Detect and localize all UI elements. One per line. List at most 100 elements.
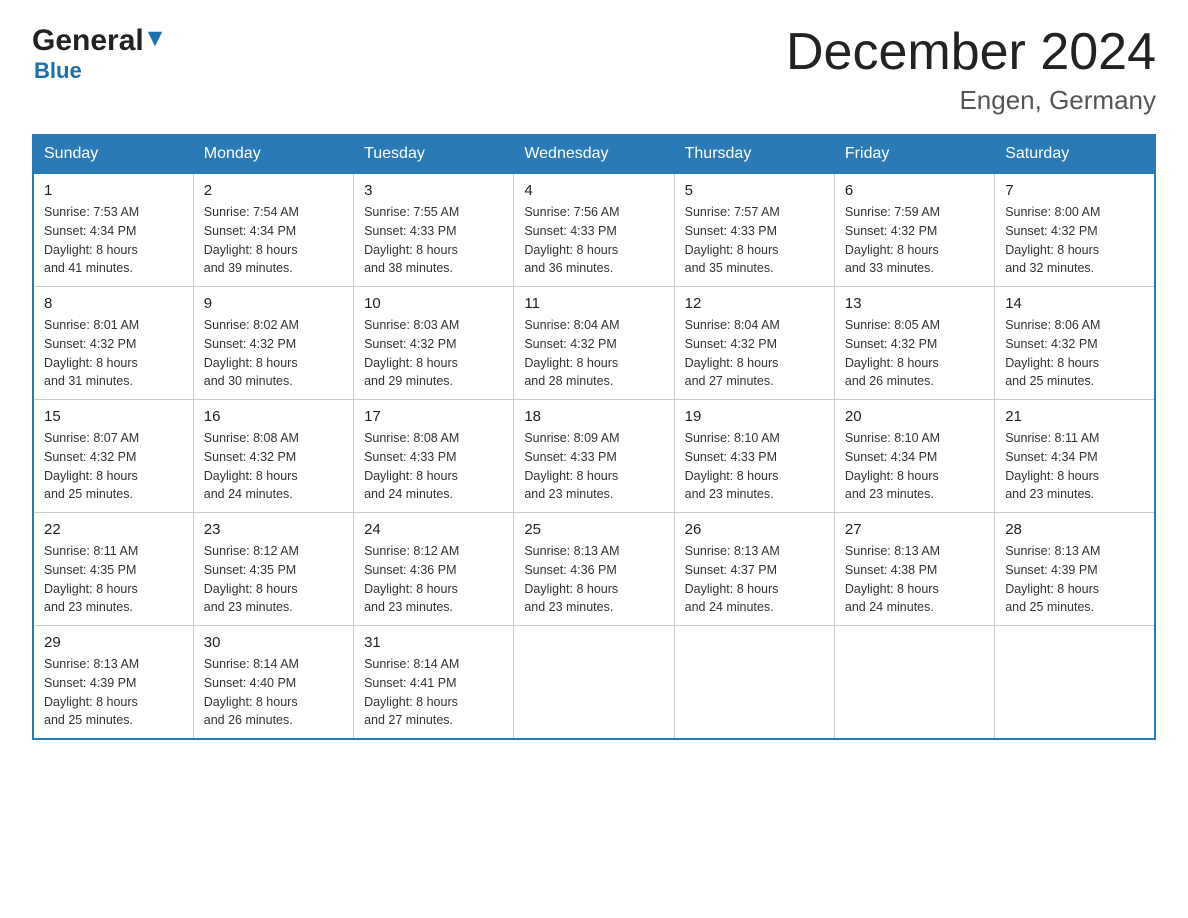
day-number: 26 <box>685 521 824 538</box>
day-number: 19 <box>685 408 824 425</box>
calendar-week-4: 22 Sunrise: 8:11 AMSunset: 4:35 PMDaylig… <box>33 513 1155 626</box>
calendar-cell: 3 Sunrise: 7:55 AMSunset: 4:33 PMDayligh… <box>354 174 514 287</box>
day-info: Sunrise: 8:10 AMSunset: 4:33 PMDaylight:… <box>685 431 780 501</box>
day-number: 29 <box>44 634 183 651</box>
day-info: Sunrise: 8:02 AMSunset: 4:32 PMDaylight:… <box>204 318 299 388</box>
calendar-cell: 17 Sunrise: 8:08 AMSunset: 4:33 PMDaylig… <box>354 400 514 513</box>
col-header-sunday: Sunday <box>33 135 193 174</box>
day-info: Sunrise: 8:11 AMSunset: 4:34 PMDaylight:… <box>1005 431 1099 501</box>
calendar-cell: 19 Sunrise: 8:10 AMSunset: 4:33 PMDaylig… <box>674 400 834 513</box>
day-number: 23 <box>204 521 343 538</box>
day-info: Sunrise: 8:13 AMSunset: 4:39 PMDaylight:… <box>1005 544 1100 614</box>
logo-blue-text: Blue <box>34 58 82 84</box>
calendar-cell: 5 Sunrise: 7:57 AMSunset: 4:33 PMDayligh… <box>674 174 834 287</box>
day-number: 5 <box>685 182 824 199</box>
day-number: 12 <box>685 295 824 312</box>
calendar-cell: 24 Sunrise: 8:12 AMSunset: 4:36 PMDaylig… <box>354 513 514 626</box>
calendar-table: SundayMondayTuesdayWednesdayThursdayFrid… <box>32 134 1156 740</box>
calendar-cell: 28 Sunrise: 8:13 AMSunset: 4:39 PMDaylig… <box>995 513 1155 626</box>
calendar-cell: 15 Sunrise: 8:07 AMSunset: 4:32 PMDaylig… <box>33 400 193 513</box>
page-header: General Blue December 2024 Engen, German… <box>32 24 1156 116</box>
day-info: Sunrise: 8:10 AMSunset: 4:34 PMDaylight:… <box>845 431 940 501</box>
calendar-cell <box>674 626 834 740</box>
day-number: 25 <box>524 521 663 538</box>
calendar-cell: 13 Sunrise: 8:05 AMSunset: 4:32 PMDaylig… <box>834 287 994 400</box>
day-info: Sunrise: 8:05 AMSunset: 4:32 PMDaylight:… <box>845 318 940 388</box>
day-info: Sunrise: 8:08 AMSunset: 4:33 PMDaylight:… <box>364 431 459 501</box>
day-info: Sunrise: 8:08 AMSunset: 4:32 PMDaylight:… <box>204 431 299 501</box>
day-info: Sunrise: 8:13 AMSunset: 4:38 PMDaylight:… <box>845 544 940 614</box>
col-header-friday: Friday <box>834 135 994 174</box>
day-info: Sunrise: 8:03 AMSunset: 4:32 PMDaylight:… <box>364 318 459 388</box>
day-number: 27 <box>845 521 984 538</box>
calendar-cell: 11 Sunrise: 8:04 AMSunset: 4:32 PMDaylig… <box>514 287 674 400</box>
day-number: 30 <box>204 634 343 651</box>
col-header-saturday: Saturday <box>995 135 1155 174</box>
title-block: December 2024 Engen, Germany <box>786 24 1156 116</box>
col-header-thursday: Thursday <box>674 135 834 174</box>
day-info: Sunrise: 8:13 AMSunset: 4:36 PMDaylight:… <box>524 544 619 614</box>
calendar-cell: 1 Sunrise: 7:53 AMSunset: 4:34 PMDayligh… <box>33 174 193 287</box>
calendar-cell: 30 Sunrise: 8:14 AMSunset: 4:40 PMDaylig… <box>193 626 353 740</box>
day-info: Sunrise: 8:06 AMSunset: 4:32 PMDaylight:… <box>1005 318 1100 388</box>
calendar-cell: 25 Sunrise: 8:13 AMSunset: 4:36 PMDaylig… <box>514 513 674 626</box>
logo-general-text: General <box>32 24 144 58</box>
calendar-week-3: 15 Sunrise: 8:07 AMSunset: 4:32 PMDaylig… <box>33 400 1155 513</box>
day-info: Sunrise: 8:07 AMSunset: 4:32 PMDaylight:… <box>44 431 139 501</box>
day-number: 14 <box>1005 295 1144 312</box>
day-number: 16 <box>204 408 343 425</box>
day-number: 11 <box>524 295 663 312</box>
day-number: 21 <box>1005 408 1144 425</box>
calendar-cell: 16 Sunrise: 8:08 AMSunset: 4:32 PMDaylig… <box>193 400 353 513</box>
col-header-monday: Monday <box>193 135 353 174</box>
day-info: Sunrise: 7:55 AMSunset: 4:33 PMDaylight:… <box>364 205 459 275</box>
col-header-tuesday: Tuesday <box>354 135 514 174</box>
day-info: Sunrise: 8:13 AMSunset: 4:37 PMDaylight:… <box>685 544 780 614</box>
day-number: 24 <box>364 521 503 538</box>
day-info: Sunrise: 7:54 AMSunset: 4:34 PMDaylight:… <box>204 205 299 275</box>
day-number: 8 <box>44 295 183 312</box>
day-info: Sunrise: 8:01 AMSunset: 4:32 PMDaylight:… <box>44 318 139 388</box>
calendar-cell: 14 Sunrise: 8:06 AMSunset: 4:32 PMDaylig… <box>995 287 1155 400</box>
day-number: 4 <box>524 182 663 199</box>
day-number: 13 <box>845 295 984 312</box>
day-info: Sunrise: 8:04 AMSunset: 4:32 PMDaylight:… <box>685 318 780 388</box>
day-info: Sunrise: 8:09 AMSunset: 4:33 PMDaylight:… <box>524 431 619 501</box>
page-subtitle: Engen, Germany <box>786 85 1156 116</box>
calendar-cell <box>995 626 1155 740</box>
day-number: 1 <box>44 182 183 199</box>
calendar-week-1: 1 Sunrise: 7:53 AMSunset: 4:34 PMDayligh… <box>33 174 1155 287</box>
day-number: 2 <box>204 182 343 199</box>
calendar-cell: 9 Sunrise: 8:02 AMSunset: 4:32 PMDayligh… <box>193 287 353 400</box>
calendar-cell: 10 Sunrise: 8:03 AMSunset: 4:32 PMDaylig… <box>354 287 514 400</box>
day-number: 22 <box>44 521 183 538</box>
day-info: Sunrise: 8:14 AMSunset: 4:41 PMDaylight:… <box>364 657 459 727</box>
calendar-cell: 4 Sunrise: 7:56 AMSunset: 4:33 PMDayligh… <box>514 174 674 287</box>
calendar-cell: 23 Sunrise: 8:12 AMSunset: 4:35 PMDaylig… <box>193 513 353 626</box>
calendar-cell: 21 Sunrise: 8:11 AMSunset: 4:34 PMDaylig… <box>995 400 1155 513</box>
calendar-cell: 22 Sunrise: 8:11 AMSunset: 4:35 PMDaylig… <box>33 513 193 626</box>
day-info: Sunrise: 8:12 AMSunset: 4:35 PMDaylight:… <box>204 544 299 614</box>
day-info: Sunrise: 8:12 AMSunset: 4:36 PMDaylight:… <box>364 544 459 614</box>
day-number: 31 <box>364 634 503 651</box>
day-info: Sunrise: 8:04 AMSunset: 4:32 PMDaylight:… <box>524 318 619 388</box>
calendar-cell: 18 Sunrise: 8:09 AMSunset: 4:33 PMDaylig… <box>514 400 674 513</box>
day-info: Sunrise: 7:59 AMSunset: 4:32 PMDaylight:… <box>845 205 940 275</box>
day-number: 9 <box>204 295 343 312</box>
calendar-cell: 29 Sunrise: 8:13 AMSunset: 4:39 PMDaylig… <box>33 626 193 740</box>
day-number: 7 <box>1005 182 1144 199</box>
day-number: 3 <box>364 182 503 199</box>
day-number: 6 <box>845 182 984 199</box>
calendar-cell: 31 Sunrise: 8:14 AMSunset: 4:41 PMDaylig… <box>354 626 514 740</box>
day-info: Sunrise: 7:56 AMSunset: 4:33 PMDaylight:… <box>524 205 619 275</box>
calendar-cell: 20 Sunrise: 8:10 AMSunset: 4:34 PMDaylig… <box>834 400 994 513</box>
calendar-week-5: 29 Sunrise: 8:13 AMSunset: 4:39 PMDaylig… <box>33 626 1155 740</box>
day-number: 20 <box>845 408 984 425</box>
calendar-cell: 2 Sunrise: 7:54 AMSunset: 4:34 PMDayligh… <box>193 174 353 287</box>
calendar-header-row: SundayMondayTuesdayWednesdayThursdayFrid… <box>33 135 1155 174</box>
day-info: Sunrise: 8:13 AMSunset: 4:39 PMDaylight:… <box>44 657 139 727</box>
day-number: 10 <box>364 295 503 312</box>
col-header-wednesday: Wednesday <box>514 135 674 174</box>
day-number: 15 <box>44 408 183 425</box>
calendar-cell: 27 Sunrise: 8:13 AMSunset: 4:38 PMDaylig… <box>834 513 994 626</box>
